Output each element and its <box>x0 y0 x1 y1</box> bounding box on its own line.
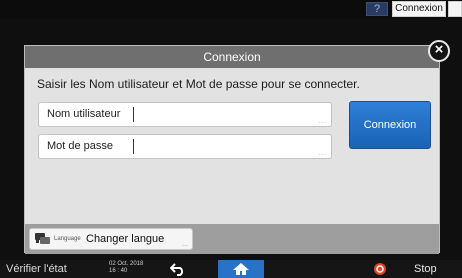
text-cursor <box>133 107 134 122</box>
login-instruction: Saisir les Nom utilisateur et Mot de pas… <box>37 77 360 91</box>
language-bar: Language Changer langue ... <box>25 224 439 254</box>
username-field[interactable]: Nom utilisateur ... <box>38 102 332 127</box>
language-label: Changer langue <box>86 233 165 245</box>
check-status-button[interactable]: Vérifier l'état <box>6 260 67 278</box>
dialog-title: Connexion <box>25 46 439 68</box>
back-icon[interactable] <box>170 262 186 276</box>
login-dialog: Connexion Saisir les Nom utilisateur et … <box>24 45 440 254</box>
language-more-indicator: ... <box>182 241 188 248</box>
language-small-label: Language <box>54 236 81 242</box>
stop-icon[interactable] <box>374 263 386 275</box>
text-cursor <box>133 139 134 154</box>
stop-button[interactable]: Stop <box>414 260 437 278</box>
bottom-bar: Vérifier l'état 02 Oct. 2018 16 : 40 Sto… <box>0 260 462 278</box>
field-more-indicator: ... <box>318 150 327 157</box>
password-label: Mot de passe <box>47 140 114 152</box>
password-field[interactable]: Mot de passe ... <box>38 134 332 159</box>
home-button[interactable] <box>218 260 264 278</box>
change-language-button[interactable]: Language Changer langue ... <box>29 228 193 250</box>
date-time: 02 Oct. 2018 16 : 40 <box>109 261 143 275</box>
login-button[interactable]: Connexion <box>392 1 446 17</box>
date-text: 02 Oct. 2018 <box>109 261 144 267</box>
time-text: 16 : 40 <box>109 268 128 274</box>
display-mode-button[interactable] <box>448 1 462 17</box>
username-label: Nom utilisateur <box>47 108 121 120</box>
home-icon <box>233 263 249 275</box>
connect-button[interactable]: Connexion <box>349 101 431 149</box>
field-more-indicator: ... <box>318 118 327 125</box>
language-icon <box>35 233 50 244</box>
moon-icon <box>453 5 458 15</box>
help-button[interactable]: ? <box>366 2 388 16</box>
top-status-bar: ? Connexion <box>0 0 462 18</box>
close-button[interactable]: × <box>428 40 450 62</box>
